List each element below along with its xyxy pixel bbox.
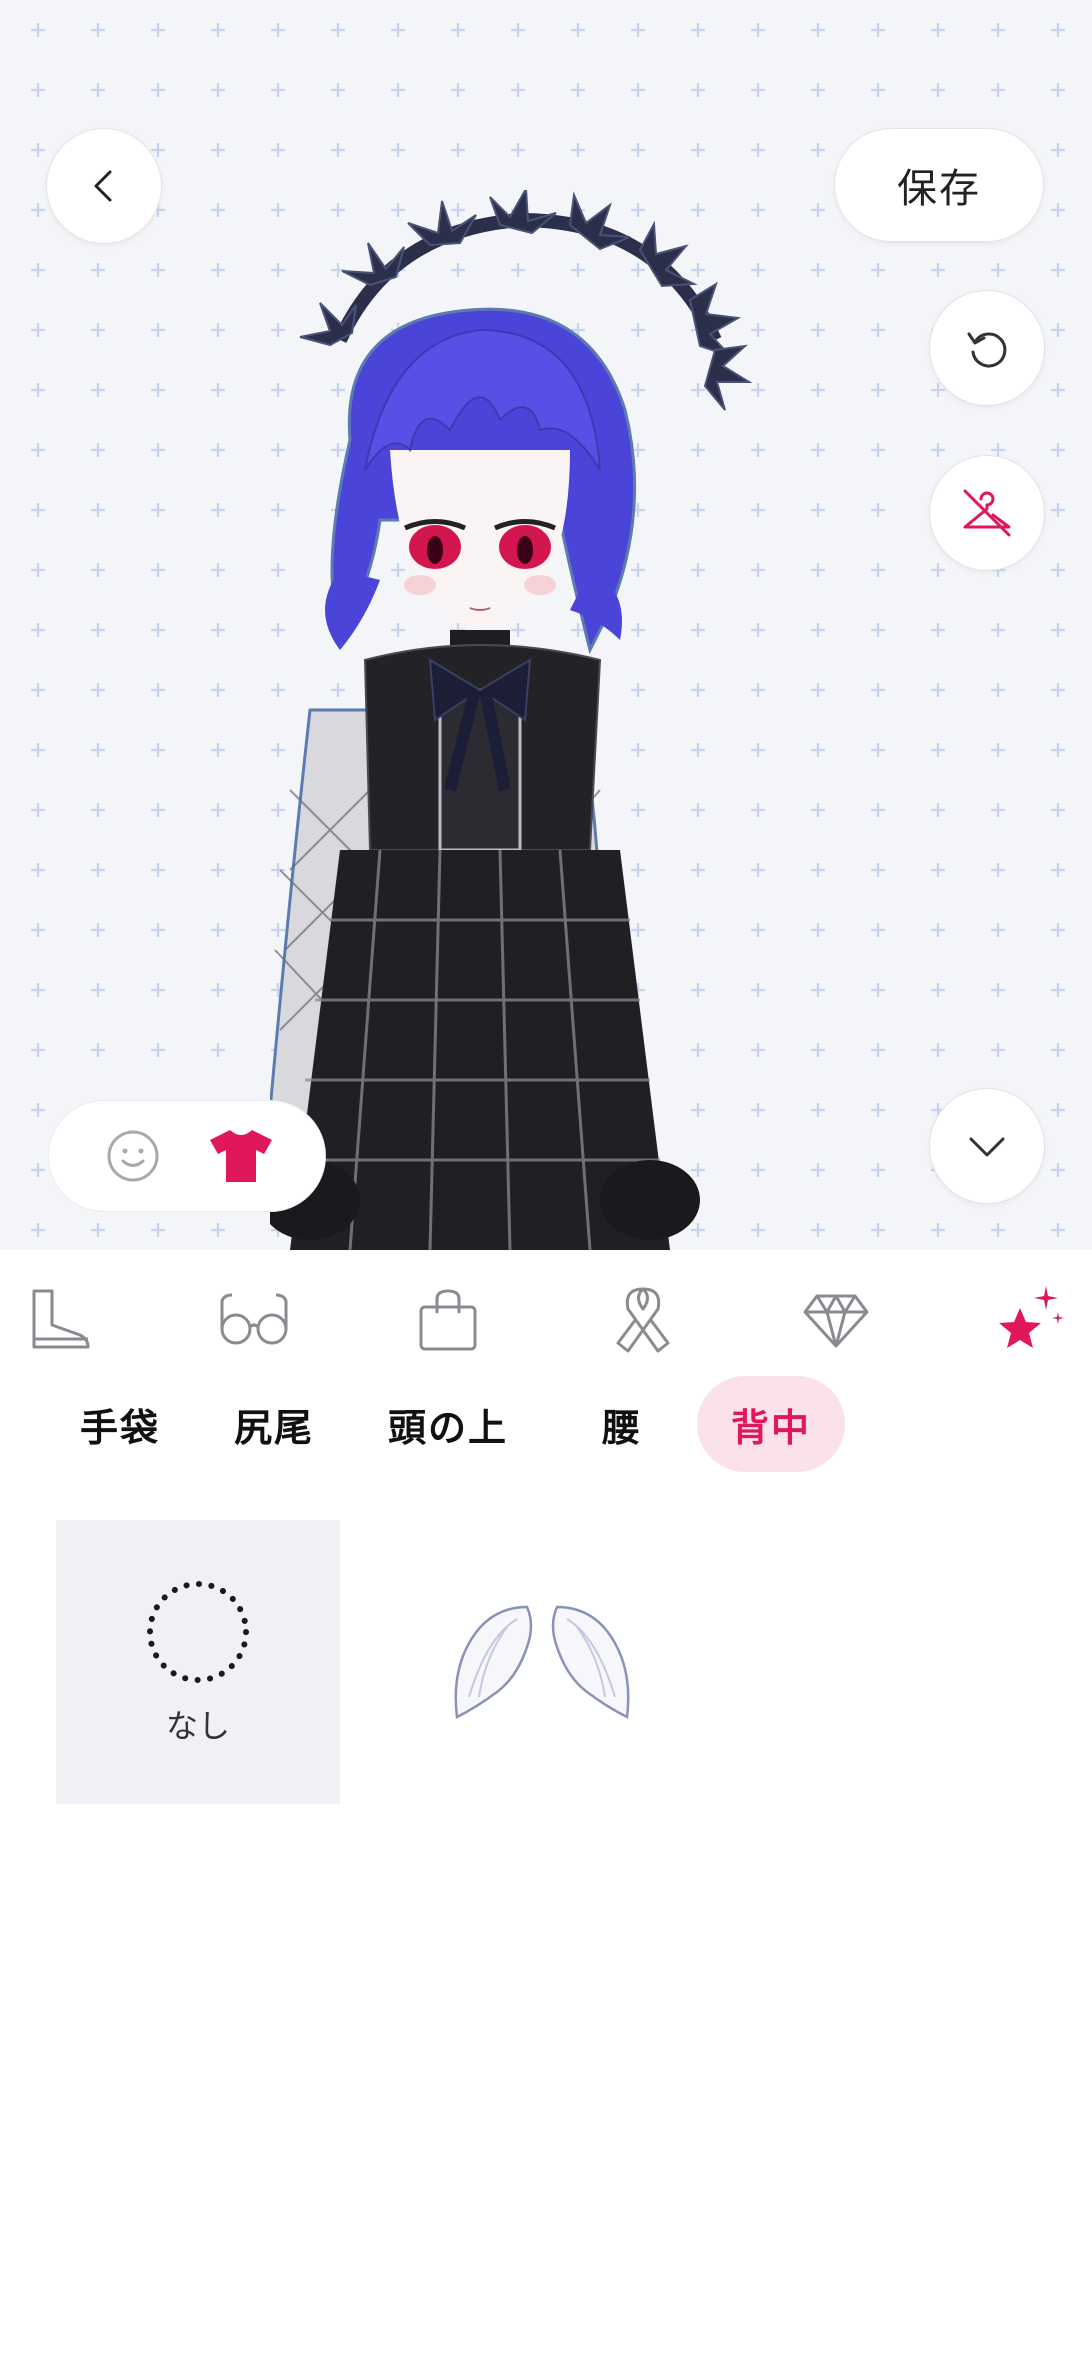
subcategory-tabs: 手袋 尻尾 頭の上 腰 背中 bbox=[0, 1376, 1092, 1476]
ribbon-icon bbox=[616, 1287, 670, 1353]
tab-waist[interactable]: 腰 bbox=[568, 1376, 676, 1472]
face-mode-button[interactable] bbox=[100, 1123, 166, 1189]
glasses-icon bbox=[220, 1293, 288, 1345]
tab-back[interactable]: 背中 bbox=[697, 1376, 846, 1472]
tab-on-head[interactable]: 頭の上 bbox=[354, 1376, 542, 1472]
item-angel-wings[interactable] bbox=[400, 1520, 684, 1804]
avatar-preview[interactable]: 保存 bbox=[0, 0, 1092, 1250]
chevron-down-icon bbox=[969, 1137, 1005, 1157]
collapse-panel-button[interactable] bbox=[929, 1088, 1045, 1204]
category-bar bbox=[0, 1250, 1092, 1380]
hanger-off-icon bbox=[963, 489, 1011, 537]
category-accessories[interactable] bbox=[593, 1270, 693, 1370]
category-jewelry[interactable] bbox=[786, 1270, 886, 1370]
undo-button[interactable] bbox=[929, 290, 1045, 406]
category-glasses[interactable] bbox=[204, 1270, 304, 1370]
avatar-character bbox=[270, 190, 753, 1250]
tab-tail[interactable]: 尻尾 bbox=[200, 1376, 348, 1472]
category-shoes[interactable] bbox=[9, 1270, 109, 1370]
chevron-left-icon bbox=[94, 170, 112, 202]
sparkle-star-icon bbox=[999, 1286, 1064, 1348]
back-button[interactable] bbox=[46, 128, 162, 244]
t-shirt-icon bbox=[210, 1130, 272, 1182]
category-special[interactable] bbox=[980, 1270, 1080, 1370]
angel-wings-icon bbox=[454, 1605, 630, 1719]
bag-icon bbox=[419, 1289, 477, 1351]
category-bags[interactable] bbox=[398, 1270, 498, 1370]
boot-icon bbox=[32, 1289, 90, 1349]
none-dotted-circle-icon bbox=[147, 1581, 249, 1683]
item-none[interactable]: なし bbox=[56, 1520, 340, 1804]
outfit-mode-button[interactable] bbox=[208, 1123, 274, 1189]
hide-clothes-button[interactable] bbox=[929, 455, 1045, 571]
item-none-label: なし bbox=[165, 1707, 230, 1745]
tab-gloves[interactable]: 手袋 bbox=[46, 1376, 194, 1472]
save-button[interactable]: 保存 bbox=[834, 128, 1044, 242]
undo-icon bbox=[967, 332, 1007, 368]
diamond-icon bbox=[803, 1294, 869, 1348]
smiley-face-icon bbox=[107, 1130, 159, 1182]
edit-mode-toggle bbox=[48, 1100, 326, 1212]
